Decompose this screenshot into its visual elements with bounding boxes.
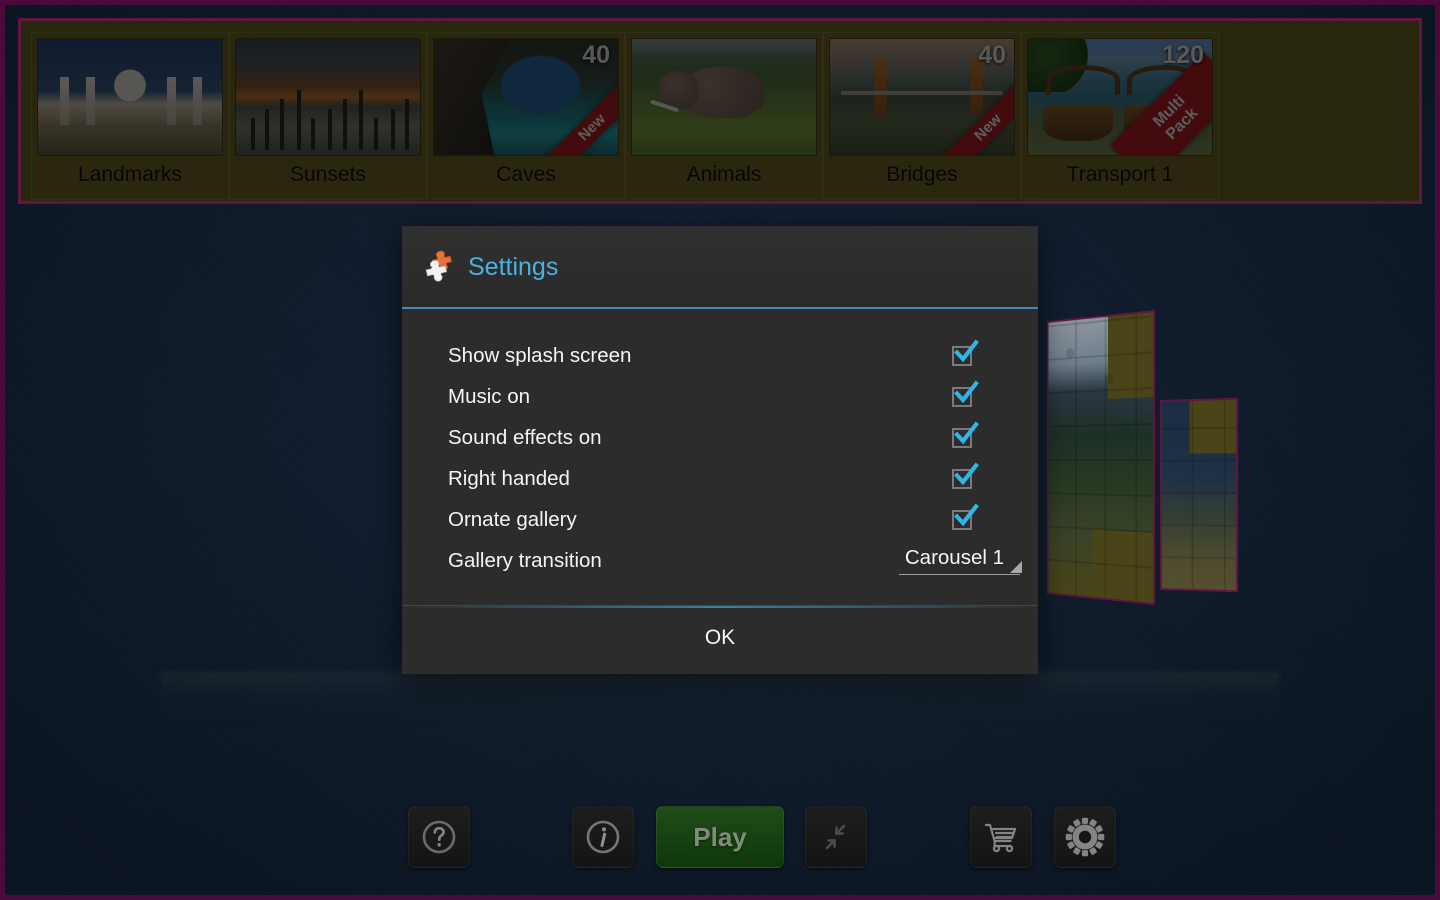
setting-label: Show splash screen xyxy=(448,343,632,367)
gallery-transition-dropdown[interactable]: Carousel 1 xyxy=(898,546,1022,575)
setting-row[interactable]: Music on xyxy=(402,376,1038,417)
setting-label: Right handed xyxy=(448,466,570,490)
settings-list: Show splash screen Music on Sound effects … xyxy=(402,309,1038,587)
checkmark-icon xyxy=(954,421,979,444)
ok-button[interactable]: OK xyxy=(665,622,775,654)
checkmark-icon xyxy=(954,380,979,403)
settings-dialog: Settings Show splash screen Music on Sound… xyxy=(402,226,1038,674)
dialog-title: Settings xyxy=(468,253,559,281)
setting-checkbox[interactable] xyxy=(952,503,979,530)
setting-label: Sound effects on xyxy=(448,425,602,449)
setting-checkbox[interactable] xyxy=(952,462,979,489)
dropdown-caret-icon xyxy=(1010,561,1022,573)
setting-row[interactable]: Gallery transition Carousel 1 xyxy=(402,540,1038,581)
dropdown-value: Carousel 1 xyxy=(904,546,1004,569)
setting-label: Music on xyxy=(448,384,531,408)
setting-label: Ornate gallery xyxy=(448,507,577,531)
checkmark-icon xyxy=(954,503,979,526)
dialog-footer: OK xyxy=(402,605,1038,674)
dialog-header: Settings xyxy=(402,226,1038,309)
checkmark-icon xyxy=(954,339,979,362)
setting-row[interactable]: Right handed xyxy=(402,458,1038,499)
setting-label: Gallery transition xyxy=(448,548,602,572)
setting-checkbox[interactable] xyxy=(952,380,979,407)
setting-row[interactable]: Show splash screen xyxy=(402,335,1038,376)
puzzle-piece-icon xyxy=(420,248,454,287)
setting-checkbox[interactable] xyxy=(952,421,979,448)
checkmark-icon xyxy=(954,462,979,485)
app-screen: Landmarks Sunsets 40 New Caves Animals 40 New Br… xyxy=(0,0,1440,900)
setting-row[interactable]: Ornate gallery xyxy=(402,499,1038,540)
setting-row[interactable]: Sound effects on xyxy=(402,417,1038,458)
setting-checkbox[interactable] xyxy=(952,339,979,366)
